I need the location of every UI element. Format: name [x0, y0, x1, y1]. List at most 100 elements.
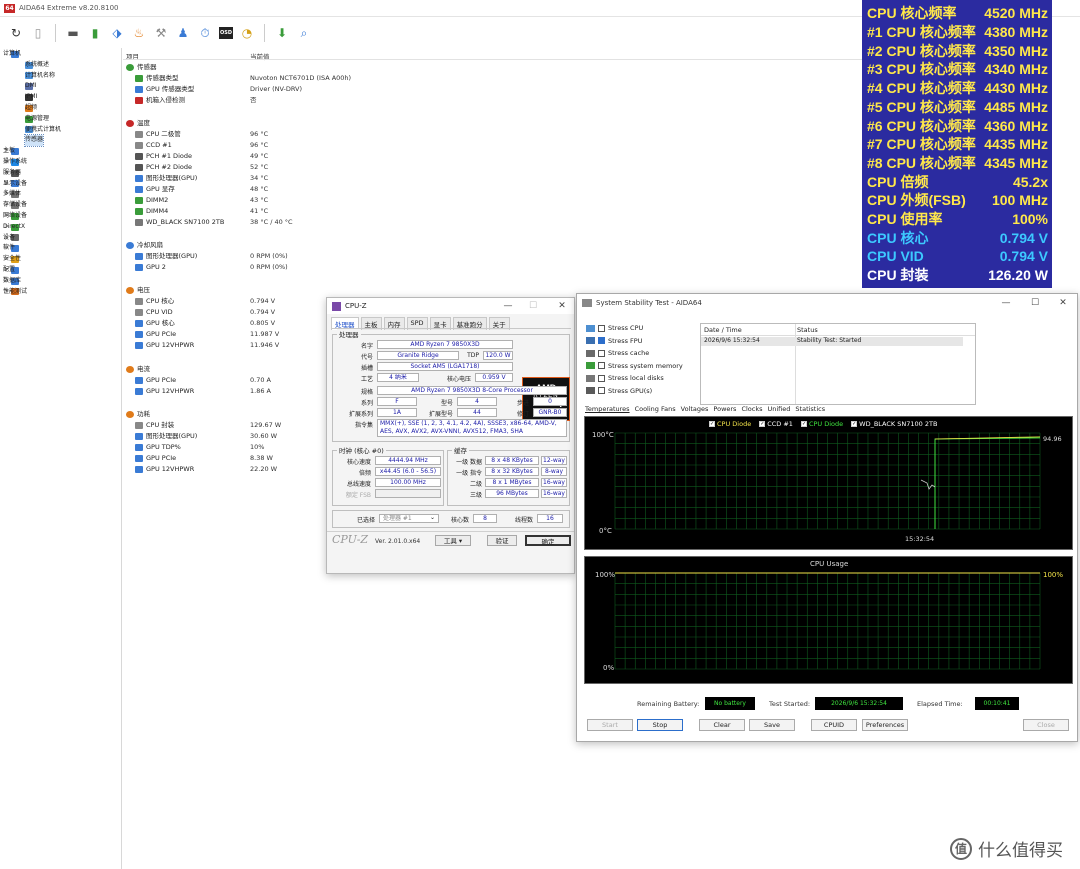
- log-header-time[interactable]: Date / Time: [704, 326, 742, 334]
- sensor-row[interactable]: GPU 显存: [135, 184, 175, 195]
- tree-item[interactable]: > DirectX: [0, 222, 121, 233]
- sensor-row[interactable]: CPU VID: [135, 307, 173, 318]
- benchmark-icon[interactable]: ⏱: [197, 25, 213, 41]
- start-button[interactable]: Start: [587, 719, 633, 731]
- stress-option[interactable]: Stress GPU(s): [586, 387, 652, 395]
- close-icon[interactable]: ✕: [1052, 295, 1074, 311]
- memory-icon[interactable]: ▬: [65, 25, 81, 41]
- cpuz-window[interactable]: CPU-Z — ☐ ✕ 处理器 主板 内存 SPD 显卡 基准跑分 关于 处理器 名字 AM…: [326, 297, 575, 574]
- module-icon[interactable]: ▮: [87, 25, 103, 41]
- stress-option[interactable]: Stress system memory: [586, 362, 683, 370]
- report-icon[interactable]: ▯: [30, 25, 46, 41]
- stress-option[interactable]: Stress FPU: [586, 337, 642, 345]
- refresh-icon[interactable]: ↻: [8, 25, 24, 41]
- stress-checkbox[interactable]: [598, 349, 605, 357]
- sensor-row[interactable]: WD_BLACK SN7100 2TB: [135, 217, 224, 228]
- stress-option[interactable]: Stress cache: [586, 349, 649, 357]
- sensor-row[interactable]: 传感器类型: [135, 73, 179, 84]
- person-icon[interactable]: ♟: [175, 25, 191, 41]
- stop-button[interactable]: Stop: [637, 719, 683, 731]
- sensor-row[interactable]: GPU TDP%: [135, 442, 181, 453]
- tree-item[interactable]: > 操作系统: [0, 157, 121, 168]
- graph-tab[interactable]: Powers: [713, 405, 736, 413]
- tools-button[interactable]: 工具 ▾: [435, 535, 471, 546]
- stress-checkbox[interactable]: [598, 374, 605, 382]
- sensor-row[interactable]: GPU 12VHPWR: [135, 464, 194, 475]
- navigation-tree[interactable]: ⌄ 计算机 系统概述 计算机名称 DMI IPMI 超频 电源管理 便携式计算机 传感器 > 主板 > 操…: [0, 48, 122, 869]
- network-icon[interactable]: ⬗: [109, 25, 125, 41]
- tree-item[interactable]: > 性能测试: [0, 287, 121, 298]
- tree-item[interactable]: > 网络设备: [0, 211, 121, 222]
- tree-item[interactable]: > 软件: [0, 243, 121, 254]
- graph-tab[interactable]: Clocks: [741, 405, 762, 413]
- clear-button[interactable]: Clear: [699, 719, 745, 731]
- tree-item[interactable]: > 显示设备: [0, 179, 121, 190]
- tree-item[interactable]: > 配置: [0, 265, 121, 276]
- sensor-group[interactable]: 功耗: [126, 409, 150, 420]
- sensor-row[interactable]: CPU 封装: [135, 420, 174, 431]
- sensor-group[interactable]: 冷却风扇: [126, 240, 163, 251]
- sensor-group[interactable]: 传感器: [126, 62, 157, 73]
- tools-icon[interactable]: ⚒: [153, 25, 169, 41]
- tree-item[interactable]: > 多媒体: [0, 189, 121, 200]
- gauge-icon[interactable]: ◔: [239, 25, 255, 41]
- tree-item[interactable]: 便携式计算机: [0, 125, 121, 136]
- graph-tab[interactable]: Voltages: [681, 405, 709, 413]
- legend-item[interactable]: ✓ CCD #1: [759, 420, 793, 428]
- tree-item[interactable]: 超频: [0, 103, 121, 114]
- sensor-row[interactable]: GPU 2: [135, 262, 166, 273]
- tree-item[interactable]: > 数据库: [0, 276, 121, 287]
- sensor-row[interactable]: GPU PCIe: [135, 453, 176, 464]
- tree-item[interactable]: > 存储设备: [0, 200, 121, 211]
- cpuid-button[interactable]: CPUID: [811, 719, 857, 731]
- graph-tab[interactable]: Cooling Fans: [635, 405, 676, 413]
- tree-item[interactable]: 计算机名称: [0, 71, 121, 82]
- tree-item[interactable]: IPMI: [0, 92, 121, 103]
- sensor-row[interactable]: 机箱入侵检测: [135, 95, 185, 106]
- tree-item[interactable]: > 服务器: [0, 168, 121, 179]
- legend-checkbox[interactable]: ✓: [851, 421, 858, 427]
- osd-icon[interactable]: OSD: [219, 27, 233, 39]
- sensor-row[interactable]: PCH #1 Diode: [135, 151, 192, 162]
- tree-item[interactable]: > 设备: [0, 233, 121, 244]
- sensor-row[interactable]: CCD #1: [135, 140, 172, 151]
- sensor-group[interactable]: 温度: [126, 118, 150, 129]
- sensor-row[interactable]: GPU 传感器类型: [135, 84, 194, 95]
- graph-tab[interactable]: Unified: [768, 405, 791, 413]
- sensor-row[interactable]: DIMM2: [135, 195, 168, 206]
- sensor-group[interactable]: 电流: [126, 364, 150, 375]
- legend-checkbox[interactable]: ✓: [709, 421, 715, 427]
- tree-item[interactable]: 系统概述: [0, 60, 121, 71]
- sensor-row[interactable]: 图形处理器(GPU): [135, 251, 197, 262]
- sensor-row[interactable]: 图形处理器(GPU): [135, 173, 197, 184]
- sensor-row[interactable]: CPU 核心: [135, 296, 174, 307]
- sensor-row[interactable]: CPU 二极管: [135, 129, 181, 140]
- download-icon[interactable]: ⬇: [274, 25, 290, 41]
- graph-tab[interactable]: Temperatures: [585, 405, 630, 413]
- tree-item[interactable]: ⌄ 计算机: [0, 49, 121, 60]
- stress-checkbox[interactable]: [598, 337, 605, 344]
- sensor-row[interactable]: GPU 12VHPWR: [135, 386, 194, 397]
- stress-option[interactable]: Stress local disks: [586, 374, 664, 382]
- sensor-row[interactable]: PCH #2 Diode: [135, 162, 192, 173]
- graph-tab[interactable]: Statistics: [795, 405, 825, 413]
- maximize-icon[interactable]: ☐: [1024, 295, 1046, 311]
- legend-checkbox[interactable]: ✓: [759, 421, 766, 427]
- tree-item[interactable]: > 主板: [0, 146, 121, 157]
- ok-button[interactable]: 确定: [525, 535, 571, 546]
- validate-button[interactable]: 验证: [487, 535, 517, 546]
- sensor-row[interactable]: GPU 核心: [135, 318, 175, 329]
- stress-checkbox[interactable]: [598, 362, 605, 369]
- stability-test-window[interactable]: System Stability Test - AIDA64 — ☐ ✕ Str…: [576, 293, 1078, 742]
- sensor-row[interactable]: 图形处理器(GPU): [135, 431, 197, 442]
- legend-checkbox[interactable]: ✓: [800, 421, 807, 427]
- sensor-row[interactable]: GPU PCIe: [135, 375, 176, 386]
- tree-item[interactable]: DMI: [0, 81, 121, 92]
- legend-item[interactable]: ✓ CPU Diode: [709, 420, 751, 428]
- sensor-row[interactable]: DIMM4: [135, 206, 168, 217]
- tree-item[interactable]: 传感器: [0, 134, 121, 148]
- stress-option[interactable]: Stress CPU: [586, 324, 643, 332]
- sensor-group[interactable]: 电压: [126, 285, 150, 296]
- search-icon[interactable]: ⌕: [296, 25, 312, 41]
- close-icon[interactable]: ✕: [551, 298, 573, 314]
